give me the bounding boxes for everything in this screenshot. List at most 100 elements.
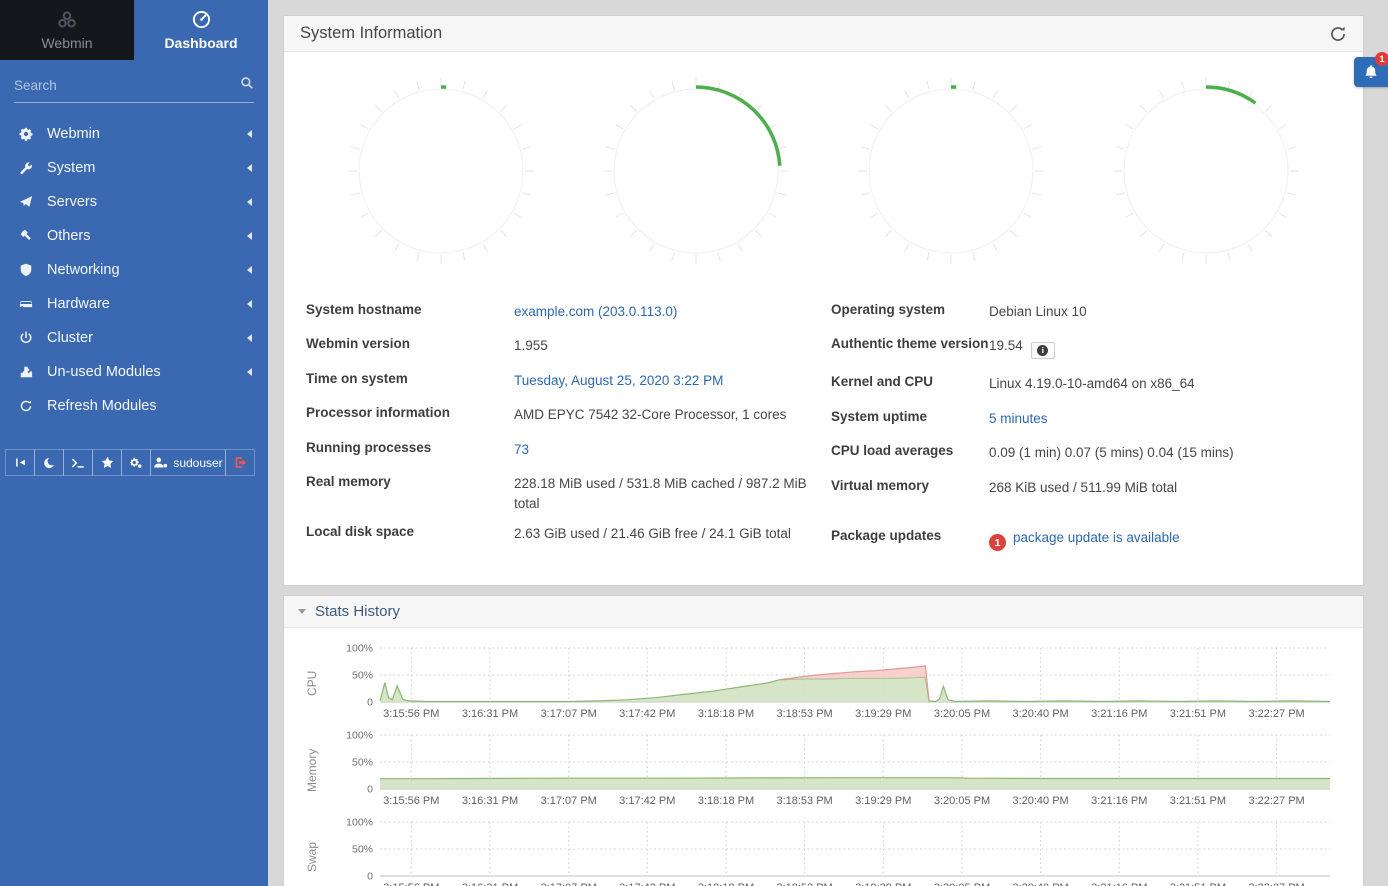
sidebar-item-webmin[interactable]: Webmin bbox=[0, 117, 268, 151]
terminal-button[interactable] bbox=[63, 449, 93, 476]
chart-axis-title: CPU bbox=[300, 648, 324, 718]
sidebar-item-cluster[interactable]: Cluster bbox=[0, 321, 268, 355]
gear-icon bbox=[17, 127, 34, 141]
info-label: Virtual memory bbox=[831, 478, 989, 493]
wrench-icon bbox=[17, 161, 34, 175]
panel-title: System Information bbox=[300, 24, 1329, 43]
favorites-button[interactable] bbox=[92, 449, 122, 476]
gauge-dial bbox=[1111, 76, 1301, 266]
svg-text:3:19:29 PM: 3:19:29 PM bbox=[855, 795, 911, 807]
svg-text:3:21:51 PM: 3:21:51 PM bbox=[1170, 708, 1226, 720]
user-button[interactable]: sudouser bbox=[150, 449, 226, 476]
info-icon: i bbox=[1037, 345, 1048, 356]
speedometer-icon bbox=[192, 10, 211, 30]
info-label: Webmin version bbox=[306, 336, 514, 351]
info-value-wrap: Tuesday, August 25, 2020 3:22 PM bbox=[514, 371, 723, 391]
sidebar-tabs: Webmin Dashboard bbox=[0, 0, 268, 60]
info-row-cpu-load-averages: CPU load averages0.09 (1 min) 0.07 (5 mi… bbox=[831, 436, 1341, 471]
info-row-webmin-version: Webmin version1.955 bbox=[306, 329, 811, 364]
svg-text:3:22:27 PM: 3:22:27 PM bbox=[1248, 795, 1304, 807]
sidebar-footer: sudouser bbox=[5, 449, 263, 476]
sidebar-item-hardware[interactable]: Hardware bbox=[0, 287, 268, 321]
shield-icon bbox=[17, 263, 34, 277]
system-information-header: System Information bbox=[284, 16, 1363, 52]
logout-button[interactable] bbox=[225, 449, 255, 476]
gauge-dial bbox=[346, 76, 536, 266]
svg-text:3:17:42 PM: 3:17:42 PM bbox=[619, 795, 675, 807]
svg-text:0: 0 bbox=[367, 696, 373, 708]
svg-text:3:20:05 PM: 3:20:05 PM bbox=[934, 882, 990, 886]
sidebar-item-servers[interactable]: Servers bbox=[0, 185, 268, 219]
sidebar-item-networking[interactable]: Networking bbox=[0, 253, 268, 287]
svg-text:3:17:07 PM: 3:17:07 PM bbox=[541, 708, 597, 720]
gauge-cpu bbox=[346, 76, 536, 266]
svg-text:3:20:40 PM: 3:20:40 PM bbox=[1012, 795, 1068, 807]
stats-charts: CPU3:15:56 PM3:16:31 PM3:17:07 PM3:17:42… bbox=[284, 628, 1363, 886]
sidebar-item-label: Webmin bbox=[47, 126, 247, 142]
gauge-value bbox=[637, 124, 640, 158]
svg-text:0: 0 bbox=[367, 870, 373, 882]
stats-history-panel: Stats History CPU3:15:56 PM3:16:31 PM3:1… bbox=[283, 595, 1364, 886]
svg-text:3:17:07 PM: 3:17:07 PM bbox=[541, 882, 597, 886]
main-content: System Information bbox=[268, 0, 1388, 886]
info-row-kernel-and-cpu: Kernel and CPULinux 4.19.0-10-amd64 on x… bbox=[831, 367, 1341, 402]
svg-text:3:21:16 PM: 3:21:16 PM bbox=[1091, 708, 1147, 720]
notifications-button[interactable]: 1 bbox=[1354, 57, 1388, 87]
settings-button[interactable] bbox=[121, 449, 151, 476]
collapse-sidebar-button[interactable] bbox=[5, 449, 35, 476]
collapse-caret-icon bbox=[298, 609, 306, 614]
info-label: Processor information bbox=[306, 405, 514, 420]
info-value-link[interactable]: 73 bbox=[514, 442, 529, 457]
chart-plot: 3:15:56 PM3:16:31 PM3:17:07 PM3:17:42 PM… bbox=[324, 644, 1348, 722]
svg-text:3:19:29 PM: 3:19:29 PM bbox=[855, 708, 911, 720]
caret-left-icon bbox=[247, 368, 252, 376]
chart-axis-title: Memory bbox=[300, 735, 324, 805]
svg-text:3:16:31 PM: 3:16:31 PM bbox=[462, 795, 518, 807]
info-value-wrap: 5 minutes bbox=[989, 409, 1048, 429]
svg-text:3:20:40 PM: 3:20:40 PM bbox=[1012, 882, 1068, 886]
caret-left-icon bbox=[247, 334, 252, 342]
svg-text:3:19:29 PM: 3:19:29 PM bbox=[855, 882, 911, 886]
system-info-table: System hostnameexample.com (203.0.113.0)… bbox=[284, 272, 1363, 585]
info-value-link[interactable]: example.com (203.0.113.0) bbox=[514, 304, 677, 319]
svg-text:3:17:42 PM: 3:17:42 PM bbox=[619, 708, 675, 720]
sidebar-item-un-used-modules[interactable]: Un-used Modules bbox=[0, 355, 268, 389]
username-label: sudouser bbox=[173, 456, 222, 470]
gauge-dial bbox=[856, 76, 1046, 266]
collapse-icon bbox=[14, 456, 27, 469]
info-row-real-memory: Real memory228.18 MiB used / 531.8 MiB c… bbox=[306, 467, 811, 517]
search-icon bbox=[240, 76, 254, 95]
sidebar-item-refresh-modules[interactable]: Refresh Modules bbox=[0, 389, 268, 423]
moon-icon bbox=[43, 457, 55, 469]
info-value-wrap: 19.54i bbox=[989, 336, 1055, 359]
gauges-row bbox=[284, 52, 1363, 272]
tab-webmin-label: Webmin bbox=[41, 35, 92, 51]
gauge-local-disk-space bbox=[1111, 76, 1301, 266]
bell-icon bbox=[1363, 64, 1379, 80]
sidebar-item-label: System bbox=[47, 160, 247, 176]
info-label: Time on system bbox=[306, 371, 514, 386]
svg-text:3:15:56 PM: 3:15:56 PM bbox=[383, 708, 439, 720]
chart-memory: Memory3:15:56 PM3:16:31 PM3:17:07 PM3:17… bbox=[300, 731, 1353, 809]
svg-text:3:17:07 PM: 3:17:07 PM bbox=[541, 795, 597, 807]
stats-history-header[interactable]: Stats History bbox=[284, 596, 1363, 628]
package-updates-count-badge: 1 bbox=[989, 534, 1006, 551]
sidebar-item-others[interactable]: Others bbox=[0, 219, 268, 253]
refresh-button[interactable] bbox=[1329, 25, 1347, 43]
caret-left-icon bbox=[247, 164, 252, 172]
caret-left-icon bbox=[247, 232, 252, 240]
info-value-link[interactable]: package update is available bbox=[1013, 530, 1180, 545]
info-value-link[interactable]: 5 minutes bbox=[989, 411, 1048, 426]
theme-info-button[interactable]: i bbox=[1031, 342, 1055, 359]
tab-dashboard[interactable]: Dashboard bbox=[134, 0, 268, 60]
sidebar-item-system[interactable]: System bbox=[0, 151, 268, 185]
svg-text:100%: 100% bbox=[346, 731, 373, 742]
chart-plot: 3:15:56 PM3:16:31 PM3:17:07 PM3:17:42 PM… bbox=[324, 818, 1348, 886]
search-input[interactable] bbox=[14, 78, 240, 93]
sidebar-item-label: Cluster bbox=[47, 330, 247, 346]
svg-text:3:18:53 PM: 3:18:53 PM bbox=[776, 795, 832, 807]
logout-icon bbox=[234, 456, 247, 469]
info-value-link[interactable]: Tuesday, August 25, 2020 3:22 PM bbox=[514, 373, 723, 388]
night-mode-button[interactable] bbox=[34, 449, 64, 476]
tab-webmin[interactable]: Webmin bbox=[0, 0, 134, 60]
